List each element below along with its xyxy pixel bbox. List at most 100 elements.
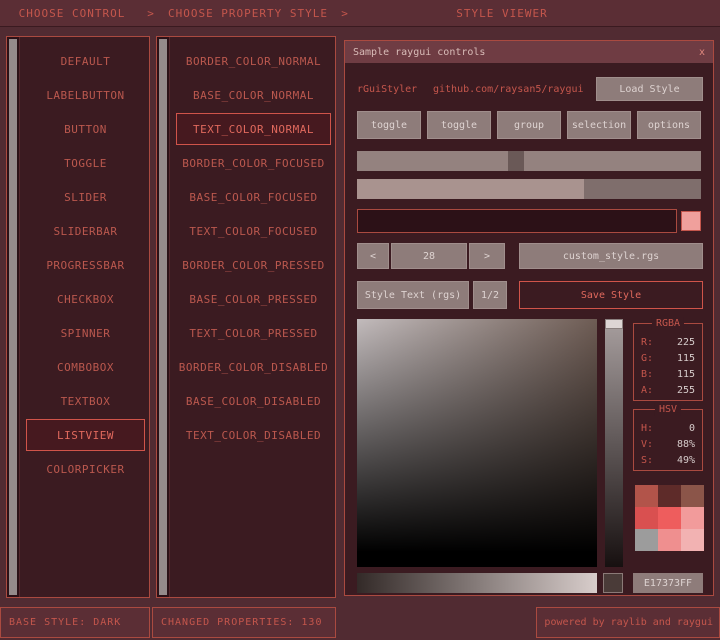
sample-controls-window: Sample raygui controls x rGuiStyler gith… xyxy=(344,40,714,596)
repo-link[interactable]: github.com/raysan5/raygui xyxy=(433,77,584,101)
controls-list-item[interactable]: LABELBUTTON xyxy=(26,79,145,111)
alpha-toggle-button[interactable] xyxy=(603,573,623,593)
controls-list-item[interactable]: SLIDERBAR xyxy=(26,215,145,247)
controls-list: DEFAULT LABELBUTTON BUTTON TOGGLE SLIDER… xyxy=(20,45,149,487)
color-chip-button[interactable] xyxy=(681,211,701,231)
properties-scrollbar[interactable] xyxy=(157,37,170,597)
spinner-value-field[interactable]: 28 xyxy=(391,243,467,269)
breadcrumb-separator-icon: > xyxy=(338,0,352,27)
hsv-row: S: 49% xyxy=(634,452,702,468)
palette-swatch[interactable] xyxy=(658,529,681,551)
spinner-increment-button[interactable]: > xyxy=(469,243,505,269)
window-title-bar: Sample raygui controls x xyxy=(345,41,713,63)
hex-color-field[interactable]: E17373FF xyxy=(633,573,703,593)
rgba-row-label: B: xyxy=(641,369,653,380)
status-base-style: BASE STYLE: DARK xyxy=(0,607,150,638)
palette-swatch[interactable] xyxy=(681,485,704,507)
properties-list-item[interactable]: BORDER_COLOR_DISABLED xyxy=(176,351,331,383)
toggle-group-button[interactable]: toggle xyxy=(427,111,491,139)
close-icon[interactable]: x xyxy=(699,47,705,58)
controls-list-item[interactable]: CHECKBOX xyxy=(26,283,145,315)
breadcrumb-step-choose-property-style: CHOOSE PROPERTY STYLE xyxy=(158,0,338,27)
hsv-row-label: S: xyxy=(641,455,653,466)
hsv-row-label: V: xyxy=(641,439,653,450)
rgba-row-value: 255 xyxy=(677,385,695,396)
properties-list-item[interactable]: BORDER_COLOR_NORMAL xyxy=(176,45,331,77)
breadcrumb-separator-icon: > xyxy=(144,0,158,27)
hsv-row-value: 0 xyxy=(689,423,695,434)
palette-swatch[interactable] xyxy=(681,529,704,551)
palette-swatch[interactable] xyxy=(635,507,658,529)
app-name-label: rGuiStyler xyxy=(357,77,417,101)
controls-list-item[interactable]: COMBOBOX xyxy=(26,351,145,383)
controls-list-item[interactable]: SPINNER xyxy=(26,317,145,349)
color-value-slider-handle[interactable] xyxy=(605,319,623,329)
controls-list-item[interactable]: PROGRESSBAR xyxy=(26,249,145,281)
properties-list-item[interactable]: TEXT_COLOR_PRESSED xyxy=(176,317,331,349)
rgba-title: RGBA xyxy=(652,317,684,330)
spinner-decrement-button[interactable]: < xyxy=(357,243,389,269)
hsv-row-value: 49% xyxy=(677,455,695,466)
style-filename-field[interactable]: custom_style.rgs xyxy=(519,243,703,269)
window-title: Sample raygui controls xyxy=(353,47,485,58)
load-style-button[interactable]: Load Style xyxy=(596,77,703,101)
toggle-group-button[interactable]: options xyxy=(637,111,701,139)
properties-scrollbar-thumb[interactable] xyxy=(159,39,167,595)
controls-list-item[interactable]: LISTVIEW xyxy=(26,419,145,451)
palette-swatch[interactable] xyxy=(635,529,658,551)
hsv-rows: H: 0 V: 88% S: 49% xyxy=(634,420,702,468)
rgba-row-value: 225 xyxy=(677,337,695,348)
rgba-row: R: 225 xyxy=(634,334,702,350)
toggle-group-button[interactable]: selection xyxy=(567,111,631,139)
controls-list-item[interactable]: BUTTON xyxy=(26,113,145,145)
properties-list-item[interactable]: BASE_COLOR_FOCUSED xyxy=(176,181,331,213)
toggle-group-button[interactable]: group xyxy=(497,111,561,139)
hsv-row-label: H: xyxy=(641,423,653,434)
palette-swatch[interactable] xyxy=(658,507,681,529)
controls-list-item[interactable]: TEXTBOX xyxy=(26,385,145,417)
properties-list-item[interactable]: BORDER_COLOR_FOCUSED xyxy=(176,147,331,179)
rguistyler-app: { "theme": { "accent": "#c4564c", "panel… xyxy=(0,0,720,640)
palette-swatch[interactable] xyxy=(681,507,704,529)
controls-scrollbar[interactable] xyxy=(7,37,20,597)
palette-swatch[interactable] xyxy=(658,485,681,507)
hsv-row: H: 0 xyxy=(634,420,702,436)
status-credits: powered by raylib and raygui xyxy=(536,607,720,638)
properties-list-item[interactable]: BORDER_COLOR_PRESSED xyxy=(176,249,331,281)
color-picker-gradient[interactable] xyxy=(357,319,597,567)
hsv-row: V: 88% xyxy=(634,436,702,452)
controls-list-item[interactable]: TOGGLE xyxy=(26,147,145,179)
properties-list-item[interactable]: TEXT_COLOR_NORMAL xyxy=(176,113,331,145)
alpha-slider[interactable] xyxy=(357,573,597,593)
controls-list-item[interactable]: DEFAULT xyxy=(26,45,145,77)
properties-list: BORDER_COLOR_NORMAL BASE_COLOR_NORMAL TE… xyxy=(170,45,335,453)
style-text-button[interactable]: Style Text (rgs) xyxy=(357,281,469,309)
hsv-groupbox: HSV H: 0 V: 88% S: 49% xyxy=(633,409,703,471)
controls-list-item[interactable]: SLIDER xyxy=(26,181,145,213)
page-indicator-button[interactable]: 1/2 xyxy=(473,281,507,309)
sample-textbox[interactable] xyxy=(357,209,677,233)
rgba-rows: R: 225 G: 115 B: 115 A: 255 xyxy=(634,334,702,398)
properties-list-item[interactable]: BASE_COLOR_NORMAL xyxy=(176,79,331,111)
rgba-row-value: 115 xyxy=(677,369,695,380)
properties-list-item[interactable]: BASE_COLOR_DISABLED xyxy=(176,385,331,417)
controls-list-item[interactable]: COLORPICKER xyxy=(26,453,145,485)
sample-progressbar xyxy=(357,179,701,199)
toggle-group-button[interactable]: toggle xyxy=(357,111,421,139)
controls-scrollbar-thumb[interactable] xyxy=(9,39,17,595)
properties-list-item[interactable]: TEXT_COLOR_DISABLED xyxy=(176,419,331,451)
color-value-slider[interactable] xyxy=(605,319,623,567)
rgba-row-label: G: xyxy=(641,353,653,364)
properties-list-item[interactable]: TEXT_COLOR_FOCUSED xyxy=(176,215,331,247)
rgba-row: G: 115 xyxy=(634,350,702,366)
slider-handle[interactable] xyxy=(508,151,524,171)
palette-swatch[interactable] xyxy=(635,485,658,507)
rgba-row: A: 255 xyxy=(634,382,702,398)
hsv-title: HSV xyxy=(655,403,681,416)
save-style-button[interactable]: Save Style xyxy=(519,281,703,309)
sample-slider[interactable] xyxy=(357,151,701,171)
hsv-row-value: 88% xyxy=(677,439,695,450)
breadcrumb-step-style-viewer: STYLE VIEWER xyxy=(352,0,652,27)
style-color-palette xyxy=(635,485,704,551)
properties-list-item[interactable]: BASE_COLOR_PRESSED xyxy=(176,283,331,315)
